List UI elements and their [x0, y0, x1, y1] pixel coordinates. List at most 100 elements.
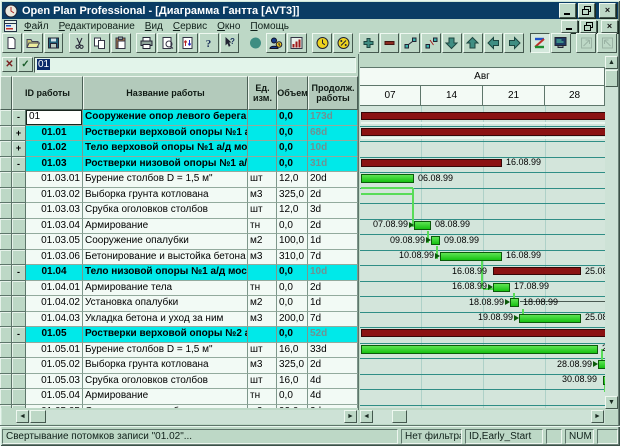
activity-id-input[interactable]: 01: [34, 57, 356, 73]
volume-cell[interactable]: 16,0: [277, 374, 308, 390]
summary-bar[interactable]: [361, 112, 605, 120]
row-header-cell[interactable]: [0, 141, 12, 157]
child-restore-button[interactable]: [580, 20, 597, 33]
duration-cell[interactable]: 1d: [308, 234, 358, 250]
arrow-down-button[interactable]: [442, 33, 462, 53]
row-header-cell[interactable]: [0, 110, 12, 126]
volume-cell[interactable]: 12,0: [277, 203, 308, 219]
volume-cell[interactable]: 0,0: [277, 281, 308, 297]
row-header-cell[interactable]: [0, 188, 12, 204]
summary-bar[interactable]: [493, 267, 581, 275]
gantt-view-button[interactable]: [530, 33, 550, 53]
unit-cell[interactable]: тн: [248, 389, 277, 405]
row-header-cell[interactable]: [0, 312, 12, 328]
volume-cell[interactable]: 0,0: [277, 126, 308, 142]
volume-cell[interactable]: 200,0: [277, 312, 308, 328]
unit-cell[interactable]: м2: [248, 405, 277, 409]
summary-bar[interactable]: [361, 128, 605, 136]
volume-cell[interactable]: 0,0: [277, 157, 308, 173]
scroll-left-icon[interactable]: ◄: [16, 410, 29, 423]
volume-cell[interactable]: 325,0: [277, 358, 308, 374]
expand-toggle[interactable]: -: [12, 110, 26, 126]
activity-name-cell[interactable]: Выборка грунта котлована: [83, 188, 248, 204]
activity-name-cell[interactable]: Ростверки верховой опоры №1 а/д: [83, 126, 248, 142]
volume-cell[interactable]: 0,0: [277, 265, 308, 281]
activity-bar[interactable]: [510, 298, 519, 307]
menu-item-4[interactable]: Сервис: [173, 21, 207, 32]
duration-cell[interactable]: 173d: [308, 110, 358, 126]
row-header-cell[interactable]: [0, 126, 12, 142]
unit-cell[interactable]: шт: [248, 172, 277, 188]
scroll-left-icon[interactable]: ◄: [360, 410, 373, 423]
activity-name-cell[interactable]: Тело низовой опоры №1 а/д моста: [83, 265, 248, 281]
duration-cell[interactable]: 2d: [308, 358, 358, 374]
duration-cell[interactable]: 10d: [308, 265, 358, 281]
child-close-button[interactable]: ×: [601, 20, 618, 33]
activity-name-cell[interactable]: Срубка оголовков столбов: [83, 203, 248, 219]
duration-cell[interactable]: 52d: [308, 327, 358, 343]
activity-bar[interactable]: [414, 221, 431, 230]
open-folder-button[interactable]: [23, 33, 43, 53]
volume-cell[interactable]: 16,0: [277, 343, 308, 359]
expand-toggle[interactable]: +: [12, 141, 26, 157]
unit-cell[interactable]: м3: [248, 312, 277, 328]
volume-cell[interactable]: 0,0: [277, 219, 308, 235]
activity-id-cell[interactable]: 01.03.04: [26, 219, 83, 235]
summary-bar[interactable]: [361, 329, 605, 337]
duration-cell[interactable]: 7d: [308, 250, 358, 266]
activity-name-cell[interactable]: Ростверки низовой опоры №1 а/д м: [83, 157, 248, 173]
unit-cell[interactable]: м3: [248, 188, 277, 204]
document-icon[interactable]: [4, 20, 17, 32]
unit-cell[interactable]: м2: [248, 296, 277, 312]
close-button[interactable]: ×: [599, 3, 616, 18]
new-document-button[interactable]: [2, 33, 22, 53]
scroll-down-icon[interactable]: ▼: [605, 396, 618, 409]
table-hscrollbar[interactable]: ◄ ►: [16, 410, 358, 424]
duration-cell[interactable]: 4d: [308, 374, 358, 390]
activity-name-cell[interactable]: Бурение столбов D = 1,5 м": [83, 172, 248, 188]
activity-id-cell[interactable]: 01.04.02: [26, 296, 83, 312]
histogram-chart-button[interactable]: [287, 33, 307, 53]
scroll-right-icon[interactable]: ►: [344, 410, 357, 423]
child-minimize-button[interactable]: [561, 20, 578, 33]
activity-id-cell[interactable]: 01.05: [26, 327, 83, 343]
resource-person-button[interactable]: [266, 33, 286, 53]
scroll-right-icon[interactable]: ►: [591, 410, 604, 423]
duration-cell[interactable]: 10d: [308, 141, 358, 157]
save-floppy-button[interactable]: [44, 33, 64, 53]
activity-bar[interactable]: [361, 345, 598, 354]
row-header-cell[interactable]: [0, 281, 12, 297]
duration-cell[interactable]: 3d: [308, 203, 358, 219]
duration-cell[interactable]: 33d: [308, 343, 358, 359]
remove-minus-button[interactable]: [380, 33, 400, 53]
add-plus-button[interactable]: [359, 33, 379, 53]
activity-name-cell[interactable]: Армирование: [83, 219, 248, 235]
row-header-cell[interactable]: [0, 250, 12, 266]
row-header-cell[interactable]: [0, 219, 12, 235]
row-header-cell[interactable]: [0, 157, 12, 173]
row-header-cell[interactable]: [0, 265, 12, 281]
volume-cell[interactable]: 0,0: [277, 389, 308, 405]
volume-cell[interactable]: 0,0: [277, 327, 308, 343]
duration-cell[interactable]: 7d: [308, 312, 358, 328]
column-header-1[interactable]: ID работы: [12, 76, 83, 110]
column-header-5[interactable]: Продолж. работы: [308, 76, 358, 110]
volume-cell[interactable]: 92,0: [277, 405, 308, 409]
volume-cell[interactable]: 100,0: [277, 234, 308, 250]
activity-bar[interactable]: [361, 174, 414, 183]
unit-cell[interactable]: м3: [248, 358, 277, 374]
remove-link-button[interactable]: [421, 33, 441, 53]
row-header-cell[interactable]: [0, 374, 12, 390]
duration-cell[interactable]: 68d: [308, 126, 358, 142]
column-header-4[interactable]: Объем: [277, 76, 308, 110]
activity-id-cell[interactable]: 01.01: [26, 126, 83, 142]
copy-pages-button[interactable]: [90, 33, 110, 53]
duration-cell[interactable]: 20d: [308, 172, 358, 188]
scroll-up-icon[interactable]: ▲: [605, 56, 618, 69]
arrow-up-button[interactable]: [463, 33, 483, 53]
unit-cell[interactable]: шт: [248, 374, 277, 390]
duration-cell[interactable]: 2d: [308, 219, 358, 235]
row-header-cell[interactable]: [0, 358, 12, 374]
row-header-corner[interactable]: [0, 76, 12, 110]
activity-id-cell[interactable]: 01.03.05: [26, 234, 83, 250]
